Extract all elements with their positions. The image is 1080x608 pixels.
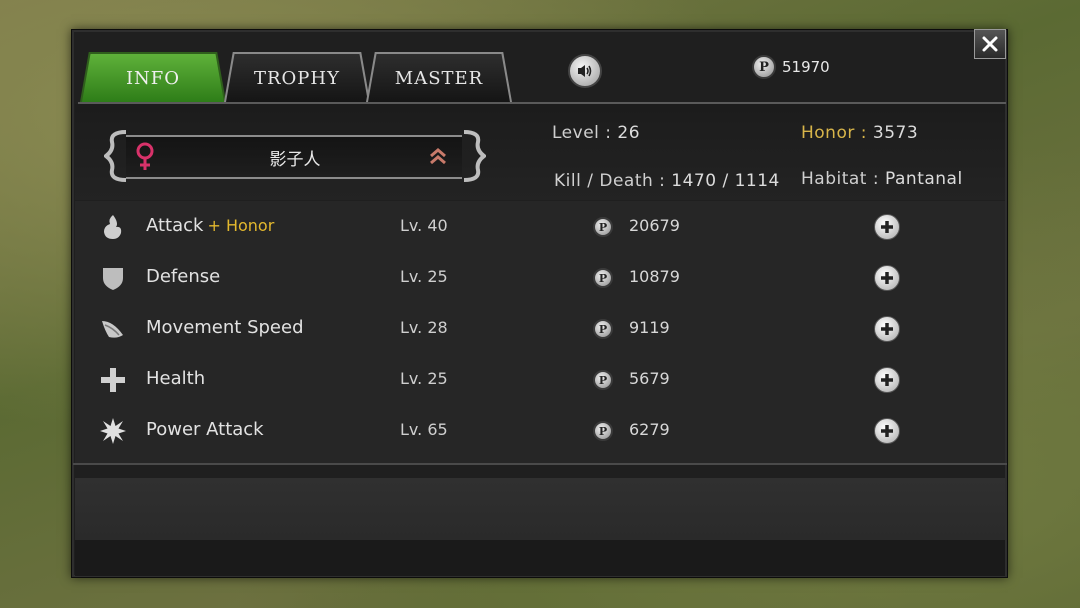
honor-bonus-tag: + Honor	[207, 216, 275, 235]
kill-death-stat: Kill / Death : 1470 / 1114	[554, 171, 780, 191]
points-coin-icon: P	[593, 370, 613, 390]
upgrade-price: 6279	[629, 420, 670, 439]
upgrade-defense-button[interactable]	[874, 265, 900, 291]
upgrade-price: 5679	[629, 369, 670, 388]
sound-toggle-button[interactable]	[568, 54, 602, 88]
upgrade-row-power-attack: Power Attack Lv. 65 P 6279	[75, 405, 1005, 456]
kill-death-label: Kill / Death :	[554, 171, 666, 191]
level-value: 26	[617, 123, 641, 143]
upgrade-level: Lv. 25	[400, 369, 448, 388]
upgrade-name: Movement Speed	[146, 317, 304, 338]
upgrade-name: Health	[146, 368, 206, 389]
currency-display: P 51970	[752, 55, 830, 79]
kill-death-value: 1470 / 1114	[671, 171, 780, 191]
plus-icon	[881, 374, 893, 386]
tab-master-label: MASTER	[394, 67, 484, 89]
upgrade-price: 10879	[629, 267, 680, 286]
upgrade-level: Lv. 65	[400, 420, 448, 439]
footer-base	[75, 540, 1005, 576]
tab-info-label: INFO	[125, 67, 181, 89]
honor-value: 3573	[872, 123, 919, 143]
upgrade-name: Defense	[146, 266, 221, 287]
speaker-icon	[578, 65, 592, 77]
points-coin-icon: P	[593, 319, 613, 339]
points-coin-icon: P	[593, 217, 613, 237]
plus-icon	[881, 272, 893, 284]
habitat-stat: Habitat : Pantanal	[801, 169, 963, 189]
points-coin-icon: P	[752, 55, 776, 79]
upgrade-power-attack-button[interactable]	[874, 418, 900, 444]
plus-icon	[881, 221, 893, 233]
shield-icon	[103, 268, 123, 290]
burst-icon	[100, 418, 126, 444]
upgrade-health-button[interactable]	[874, 367, 900, 393]
rank-chevron-icon	[430, 148, 446, 165]
points-coin-icon: P	[593, 421, 613, 441]
plus-icon	[881, 323, 893, 335]
upgrade-level: Lv. 25	[400, 267, 448, 286]
close-icon	[982, 36, 998, 52]
left-bracket-icon	[104, 130, 127, 182]
close-button[interactable]	[974, 29, 1006, 59]
honor-stat: Honor : 3573	[801, 123, 918, 143]
character-name: 影子人	[269, 150, 321, 170]
wing-icon	[102, 321, 123, 338]
upgrade-list: Attack + Honor Lv. 40 P 20679 Defense Lv.…	[75, 201, 1005, 463]
level-stat: Level : 26	[552, 123, 640, 143]
upgrade-level: Lv. 28	[400, 318, 448, 337]
tab-trophy-label: TROPHY	[253, 67, 340, 89]
upgrade-row-movement-speed: Movement Speed Lv. 28 P 9119	[75, 303, 1005, 354]
flame-icon	[104, 215, 122, 239]
upgrade-name: Attack	[146, 215, 204, 236]
points-coin-icon: P	[593, 268, 613, 288]
footer-bar	[75, 478, 1005, 540]
upgrade-row-defense: Defense Lv. 25 P 10879	[75, 252, 1005, 303]
habitat-value: Pantanal	[885, 169, 963, 189]
plus-icon	[881, 425, 893, 437]
cross-icon	[101, 368, 125, 392]
upgrade-row-health: Health Lv. 25 P 5679	[75, 354, 1005, 405]
habitat-label: Habitat :	[801, 169, 880, 189]
right-bracket-icon	[463, 130, 486, 182]
upgrade-price: 9119	[629, 318, 670, 337]
list-divider	[73, 463, 1007, 465]
upgrade-level: Lv. 40	[400, 216, 448, 235]
tab-master[interactable]: MASTER	[366, 52, 512, 102]
upgrade-price: 20679	[629, 216, 680, 235]
level-label: Level :	[552, 123, 612, 143]
upgrade-attack-button[interactable]	[874, 214, 900, 240]
tab-trophy[interactable]: TROPHY	[224, 52, 370, 102]
currency-amount: 51970	[782, 58, 830, 76]
upgrade-movement-speed-button[interactable]	[874, 316, 900, 342]
upgrade-row-attack: Attack + Honor Lv. 40 P 20679	[75, 201, 1005, 252]
honor-label: Honor :	[801, 123, 867, 143]
tab-info[interactable]: INFO	[80, 52, 226, 102]
female-symbol-icon	[136, 142, 154, 170]
upgrade-name: Power Attack	[146, 419, 264, 440]
